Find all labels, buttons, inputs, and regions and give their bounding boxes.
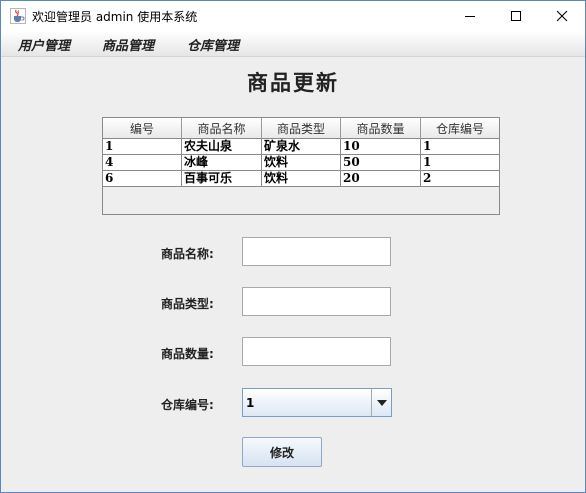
column-header-name[interactable]: 商品名称	[182, 118, 262, 139]
table-row[interactable]: 6 百事可乐 饮料 20 2	[103, 171, 499, 187]
table-cell: 2	[423, 171, 432, 185]
product-name-input[interactable]	[242, 237, 391, 266]
table-cell: 冰峰	[182, 155, 262, 171]
page-title: 商品更新	[247, 70, 339, 95]
maximize-button[interactable]	[493, 1, 539, 31]
column-header-type[interactable]: 商品类型	[262, 118, 341, 139]
table-cell: 20	[341, 171, 421, 187]
title-bar[interactable]: 欢迎管理员 admin 使用本系统	[1, 1, 585, 31]
table-row[interactable]: 4 冰峰 饮料 50 1	[103, 155, 499, 171]
warehouse-id-selected: 1	[246, 396, 255, 410]
table-header: 编号 商品名称 商品类型 商品数量 仓库编号	[103, 118, 499, 139]
maximize-icon	[511, 11, 521, 21]
table-cell: 1	[423, 155, 432, 169]
app-window: 欢迎管理员 admin 使用本系统 用户管理 商品管理 仓库管理 商品更新 编号…	[0, 0, 586, 493]
java-cup-icon	[10, 8, 26, 24]
menu-bar: 用户管理 商品管理 仓库管理	[1, 31, 585, 57]
table-cell: 1	[423, 139, 432, 153]
table-cell: 10	[341, 139, 421, 155]
menu-product-management[interactable]: 商品管理	[102, 35, 154, 54]
table-cell: 饮料	[262, 155, 341, 171]
warehouse-id-label: 仓库编号:	[161, 398, 214, 412]
table-cell: 饮料	[262, 171, 341, 187]
window-title: 欢迎管理员 admin 使用本系统	[32, 10, 198, 24]
table-cell: 6	[103, 171, 182, 187]
column-header-warehouse[interactable]: 仓库编号	[421, 118, 499, 139]
table-cell: 4	[103, 155, 182, 171]
product-quantity-input[interactable]	[242, 337, 391, 366]
table-cell: 农夫山泉	[182, 139, 262, 155]
menu-warehouse-management[interactable]: 仓库管理	[187, 35, 239, 54]
product-table[interactable]: 编号 商品名称 商品类型 商品数量 仓库编号 1 农夫山泉 矿泉水 10 1 4…	[102, 117, 500, 215]
minimize-button[interactable]	[447, 1, 493, 31]
close-button[interactable]	[539, 1, 585, 31]
close-icon	[556, 10, 568, 22]
column-header-quantity[interactable]: 商品数量	[341, 118, 421, 139]
product-quantity-label: 商品数量:	[161, 347, 214, 361]
chevron-down-icon	[376, 399, 387, 406]
table-cell: 50	[341, 155, 421, 171]
menu-user-management[interactable]: 用户管理	[18, 35, 70, 54]
table-cell: 1	[103, 139, 182, 155]
product-type-input[interactable]	[242, 287, 391, 316]
product-name-label: 商品名称:	[161, 247, 214, 261]
table-cell: 矿泉水	[262, 139, 341, 155]
dropdown-arrow-button[interactable]	[371, 389, 391, 416]
column-header-id[interactable]: 编号	[103, 118, 182, 139]
product-type-label: 商品类型:	[161, 297, 214, 311]
modify-button[interactable]: 修改	[242, 437, 322, 467]
minimize-icon	[465, 16, 475, 17]
table-row[interactable]: 1 农夫山泉 矿泉水 10 1	[103, 139, 499, 155]
table-cell: 百事可乐	[182, 171, 262, 187]
table-body: 1 农夫山泉 矿泉水 10 1 4 冰峰 饮料 50 1 6 百事可乐 饮料 2…	[103, 139, 499, 187]
warehouse-id-dropdown[interactable]: 1	[242, 388, 392, 417]
